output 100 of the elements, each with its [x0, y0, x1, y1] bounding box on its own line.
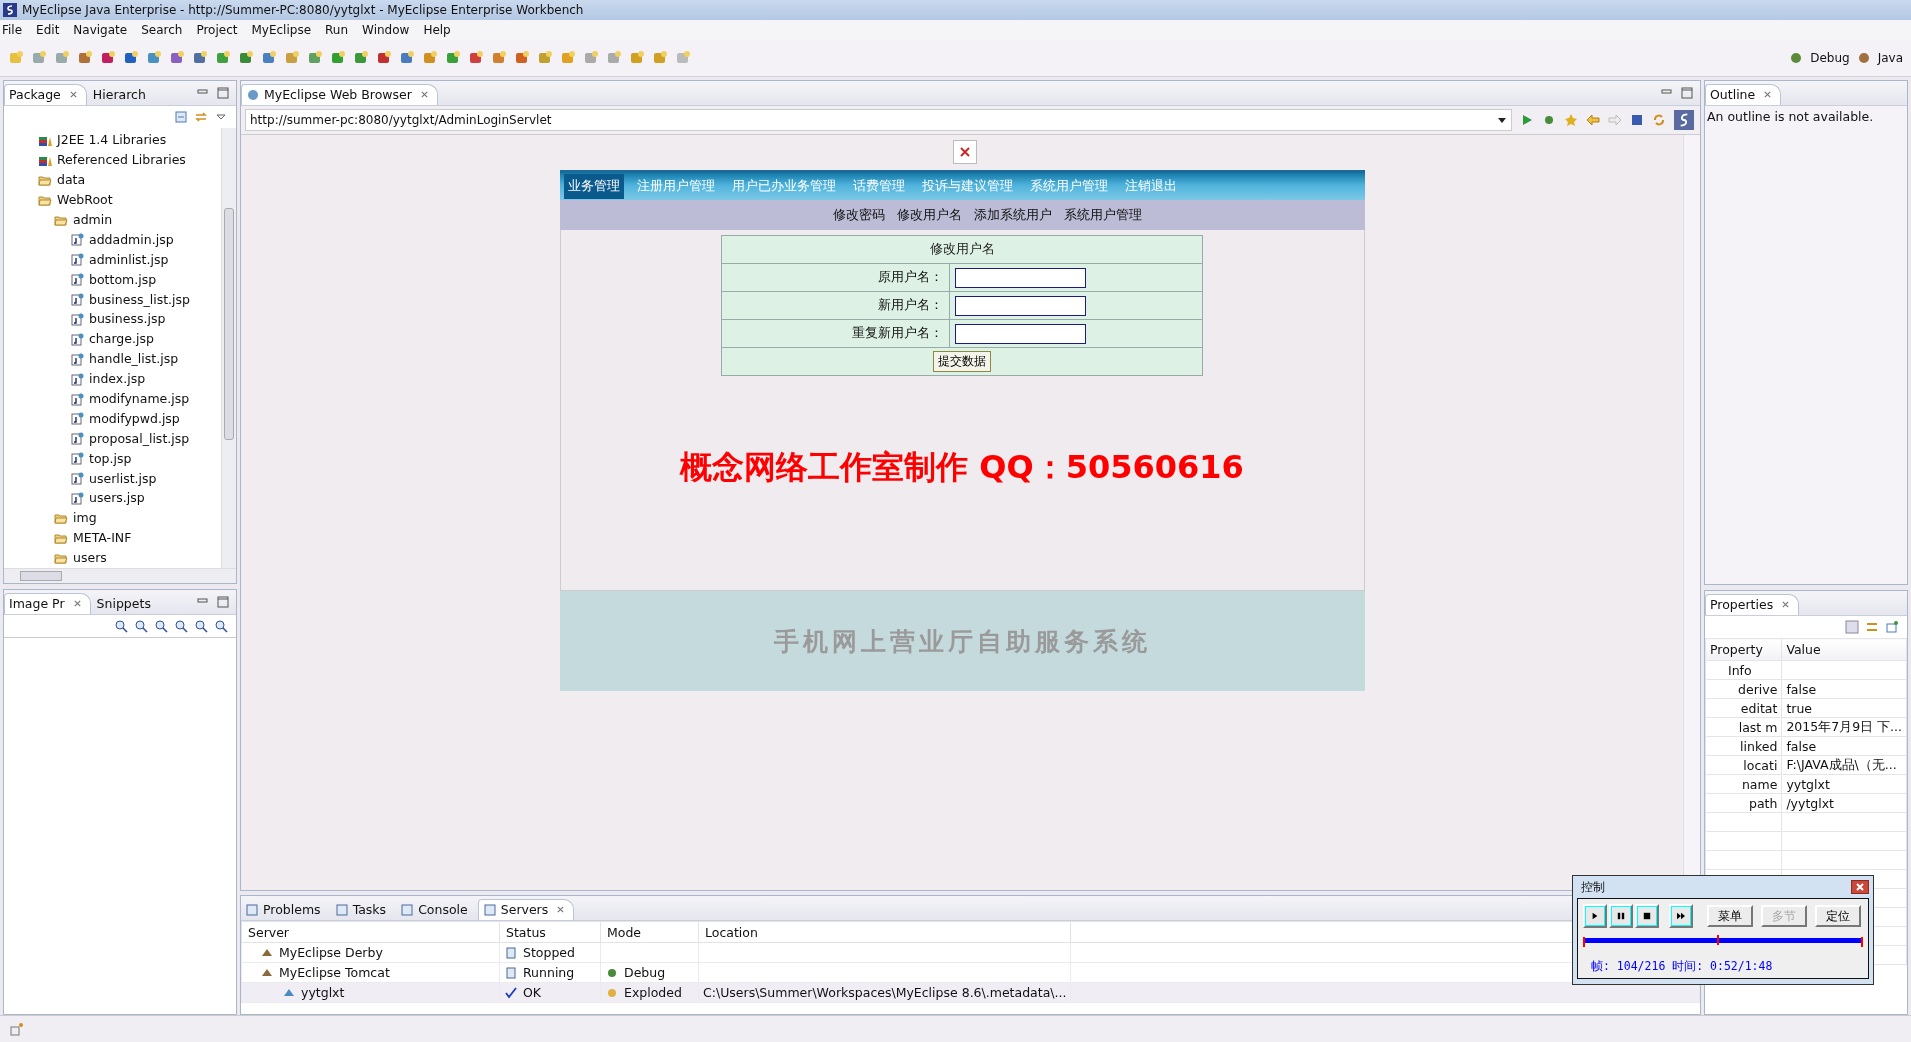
toolbar-icon[interactable]: [284, 50, 300, 66]
perspective-button[interactable]: Java: [1877, 51, 1903, 65]
maximize-icon[interactable]: [1681, 87, 1693, 99]
view-tab[interactable]: Console: [396, 900, 476, 920]
nav-link[interactable]: 业务管理: [563, 174, 624, 199]
zoom-tool-icon[interactable]: [154, 619, 168, 633]
menu-item[interactable]: MyEclipse: [249, 23, 320, 37]
sub-nav-link[interactable]: 添加系统用户: [973, 206, 1052, 224]
close-icon[interactable]: [68, 90, 78, 99]
maximize-icon[interactable]: [217, 596, 229, 608]
dropdown-icon[interactable]: [1497, 115, 1507, 125]
toolbar-icon[interactable]: [422, 50, 438, 66]
zoom-tool-icon[interactable]: [194, 619, 208, 633]
tree-item[interactable]: userlist.jsp: [4, 468, 221, 489]
menu-item[interactable]: Run: [323, 23, 357, 37]
scrollbar[interactable]: [221, 128, 236, 568]
column-header[interactable]: Value: [1781, 638, 1907, 661]
tree-item[interactable]: users: [4, 547, 221, 568]
tree-item[interactable]: handle_list.jsp: [4, 348, 221, 369]
zoom-tool-icon[interactable]: [174, 619, 188, 633]
view-tab[interactable]: Image Pr: [4, 593, 91, 614]
progress-marker[interactable]: [1717, 935, 1720, 945]
menu-item[interactable]: Navigate: [71, 23, 136, 37]
star-icon[interactable]: [1564, 113, 1578, 127]
close-icon[interactable]: [1763, 90, 1773, 99]
zoom-tool-icon[interactable]: [134, 619, 148, 633]
filter-icon[interactable]: [1865, 620, 1879, 634]
stop-icon[interactable]: [1643, 912, 1651, 920]
input-field[interactable]: [955, 267, 1086, 288]
toolbar-icon[interactable]: [376, 50, 392, 66]
column-header[interactable]: Mode: [600, 921, 699, 943]
player-button[interactable]: 定位: [1815, 905, 1861, 927]
tree-item[interactable]: META-INF: [4, 527, 221, 548]
tree-item[interactable]: proposal_list.jsp: [4, 428, 221, 449]
toolbar-icon[interactable]: [100, 50, 116, 66]
column-header[interactable]: Server: [241, 921, 500, 943]
toolbar-icon[interactable]: [77, 50, 93, 66]
tree-item[interactable]: img: [4, 507, 221, 528]
refresh-icon[interactable]: [1652, 113, 1666, 127]
input-field[interactable]: [955, 323, 1086, 344]
close-icon[interactable]: [1851, 880, 1869, 894]
menu-item[interactable]: Edit: [34, 23, 68, 37]
collapse-all-icon[interactable]: [174, 110, 188, 124]
scrollbar[interactable]: [4, 568, 236, 583]
toolbar-icon[interactable]: [491, 50, 507, 66]
toolbar-icon[interactable]: [123, 50, 139, 66]
close-icon[interactable]: [419, 90, 429, 99]
view-tab[interactable]: MyEclipse Web Browser: [241, 84, 438, 105]
menu-item[interactable]: Search: [139, 23, 191, 37]
view-tab[interactable]: Problems: [241, 900, 329, 920]
sub-nav-link[interactable]: 系统用户管理: [1063, 206, 1142, 224]
link-icon[interactable]: [194, 110, 208, 124]
column-header[interactable]: Property: [1705, 638, 1782, 661]
toolbar-icon[interactable]: [445, 50, 461, 66]
tree-item[interactable]: admin: [4, 209, 221, 230]
tree-item[interactable]: business_list.jsp: [4, 289, 221, 309]
tree-item[interactable]: top.jsp: [4, 448, 221, 469]
menu-item[interactable]: File: [0, 23, 31, 37]
tree-item[interactable]: charge.jsp: [4, 328, 221, 349]
toolbar-icon[interactable]: [215, 50, 231, 66]
sub-nav-link[interactable]: 修改用户名: [896, 206, 962, 224]
url-field[interactable]: http://summer-pc:8080/yytglxt/AdminLoginServlet: [245, 109, 1512, 131]
toolbar-icon[interactable]: [238, 50, 254, 66]
input-field[interactable]: [955, 295, 1086, 316]
column-header[interactable]: Status: [499, 921, 601, 943]
tree-item[interactable]: adminlist.jsp: [4, 249, 221, 270]
perspective-button[interactable]: Debug: [1810, 51, 1850, 65]
pause-icon[interactable]: [1617, 912, 1625, 920]
toolbar-icon[interactable]: [330, 50, 346, 66]
toolbar-icon[interactable]: [169, 50, 185, 66]
perspective-icon[interactable]: [1856, 51, 1871, 65]
close-icon[interactable]: [72, 599, 82, 608]
close-icon[interactable]: [953, 140, 977, 164]
tree-item[interactable]: addadmin.jsp: [4, 229, 221, 250]
zoom-tool-icon[interactable]: [114, 619, 128, 633]
player-button[interactable]: 菜单: [1707, 905, 1753, 927]
tree-item[interactable]: J2EE 1.4 Libraries: [4, 130, 221, 150]
tree-item[interactable]: data: [4, 169, 221, 190]
menu-item[interactable]: Window: [360, 23, 418, 37]
close-icon[interactable]: [1781, 600, 1791, 609]
zoom-tool-icon[interactable]: [214, 619, 228, 633]
toolbar-icon[interactable]: [537, 50, 553, 66]
view-tab[interactable]: Hierarch: [88, 85, 154, 105]
submit-button[interactable]: 提交数据: [933, 351, 991, 372]
toolbar-icon[interactable]: [192, 50, 208, 66]
view-tab[interactable]: Package: [4, 84, 87, 105]
view-tab[interactable]: Servers: [477, 899, 575, 920]
tree-item[interactable]: modifyname.jsp: [4, 388, 221, 409]
progress-track[interactable]: [1583, 937, 1863, 947]
toolbar-icon[interactable]: [468, 50, 484, 66]
back-icon[interactable]: [1586, 113, 1600, 127]
tree-item[interactable]: modifypwd.jsp: [4, 408, 221, 429]
tree-item[interactable]: users.jsp: [4, 488, 221, 508]
pin-icon[interactable]: [1885, 620, 1899, 634]
toolbar-icon[interactable]: [514, 50, 530, 66]
menu-item[interactable]: Help: [421, 23, 459, 37]
tree-item[interactable]: WebRoot: [4, 189, 221, 210]
toolbar-icon[interactable]: [261, 50, 277, 66]
tree-item[interactable]: business.jsp: [4, 309, 221, 329]
toolbar-icon[interactable]: [146, 50, 162, 66]
